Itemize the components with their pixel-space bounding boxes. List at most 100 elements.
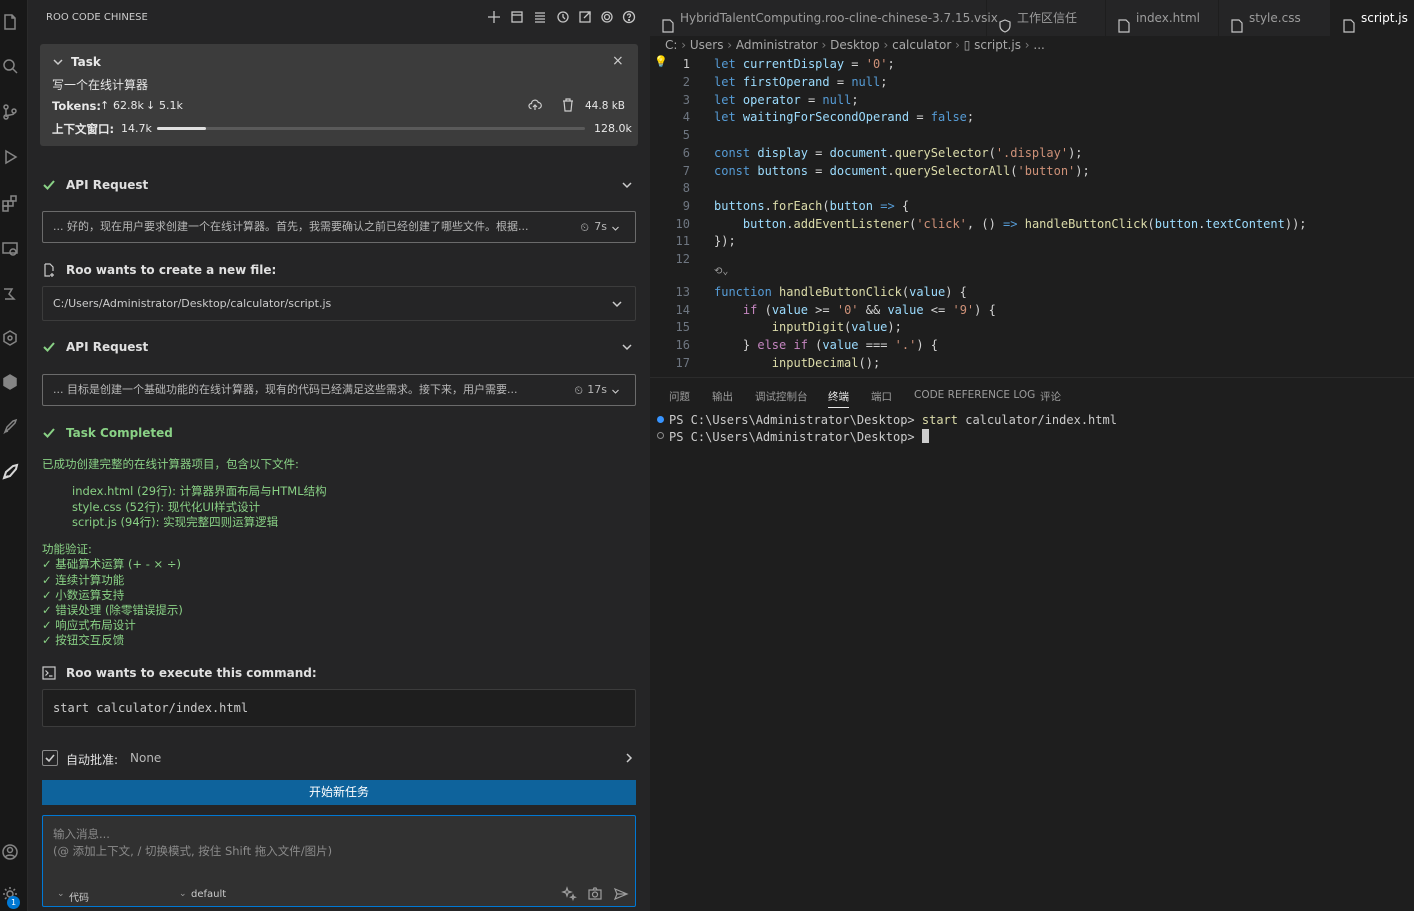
- popout-icon[interactable]: [578, 10, 594, 26]
- create-file-path-box[interactable]: C:/Users/Administrator/Desktop/calculato…: [42, 286, 636, 321]
- auto-approve-checkbox[interactable]: [42, 750, 58, 766]
- new-file-icon: [42, 263, 56, 277]
- enhance-prompt-sparkle-icon[interactable]: [561, 886, 577, 902]
- breadcrumb-item[interactable]: Users: [690, 38, 724, 52]
- tab-workspace-trust[interactable]: 工作区信任: [987, 0, 1106, 36]
- terminal-line[interactable]: PS C:\Users\Administrator\Desktop>: [669, 429, 929, 444]
- line-number: 6: [682, 146, 690, 160]
- line-number: 10: [675, 217, 690, 231]
- tab-index-html[interactable]: index.html: [1106, 0, 1219, 36]
- panel-tab-code-reference-log[interactable]: CODE REFERENCE LOG: [914, 389, 1035, 401]
- profile-chevron-icon[interactable]: ⌄: [179, 889, 187, 899]
- completed-file-3: script.js (94行): 实现完整四则运算逻辑: [72, 515, 279, 529]
- reasoning-time: 7s: [594, 220, 607, 233]
- api-request-2-chevron-icon[interactable]: [621, 341, 633, 353]
- command-box[interactable]: start calculator/index.html: [42, 689, 636, 727]
- start-new-task-button[interactable]: 开始新任务: [42, 780, 636, 805]
- breadcrumb-item[interactable]: Administrator: [736, 38, 818, 52]
- roo-code-icon[interactable]: [0, 458, 28, 486]
- feature-item: ✓ 响应式布局设计: [42, 618, 136, 632]
- line-number: 13: [675, 285, 690, 299]
- api-request-1-reasoning[interactable]: ... 好的，现在用户要求创建一个在线计算器。首先，我需要确认之前已经创建了哪些…: [42, 211, 636, 243]
- api-request-1-chevron-icon[interactable]: [621, 179, 633, 191]
- chat-input[interactable]: 输入消息... (@ 添加上下文, / 切换模式, 按住 Shift 拖入文件/…: [42, 815, 636, 907]
- context-window-label: 上下文窗口:: [52, 122, 115, 136]
- mode-selector[interactable]: 代码: [69, 889, 89, 904]
- rocket-icon[interactable]: [0, 413, 28, 441]
- completed-summary: 已成功创建完整的在线计算器项目，包含以下文件:: [42, 457, 299, 471]
- panel-tab-output[interactable]: 输出: [712, 389, 733, 404]
- activity-bar: 1: [0, 0, 28, 911]
- panel-tab-comments[interactable]: 评论: [1040, 389, 1061, 404]
- breadcrumb-item[interactable]: script.js: [974, 38, 1021, 52]
- reasoning-2-chevron-icon[interactable]: [611, 385, 623, 397]
- task-description: 写一个在线计算器: [52, 78, 149, 92]
- breadcrumb-item[interactable]: Desktop: [830, 38, 880, 52]
- breadcrumb-item[interactable]: ...: [1033, 38, 1044, 52]
- tab-label: script.js: [1361, 11, 1408, 25]
- breadcrumb-item[interactable]: C:: [665, 38, 677, 52]
- remote-explorer-icon[interactable]: [0, 235, 28, 263]
- code-line: buttons.forEach(button => {: [714, 199, 910, 213]
- file-icon: [1343, 11, 1355, 33]
- mode-chevron-icon[interactable]: ⌄: [57, 889, 65, 899]
- tab-label: style.css: [1249, 11, 1301, 25]
- command-text: start calculator/index.html: [53, 701, 249, 715]
- camera-icon[interactable]: [587, 886, 603, 902]
- reasoning-chevron-icon[interactable]: [611, 222, 623, 234]
- code-line: const buttons = document.querySelectorAl…: [714, 164, 1090, 178]
- terminal-prompt: PS C:\Users\Administrator\Desktop>: [669, 413, 922, 427]
- terminal-line: PS C:\Users\Administrator\Desktop> start…: [669, 413, 1117, 427]
- mcp-icon[interactable]: [510, 10, 526, 26]
- panel-tab-terminal[interactable]: 终端: [828, 389, 849, 408]
- breadcrumb-sep: ›: [951, 38, 964, 52]
- testing-icon[interactable]: [0, 280, 28, 308]
- profile-selector[interactable]: default: [191, 889, 226, 900]
- code-editor[interactable]: 💡 1 2 3 4 5 6 7 8 9 10 11 12 13 14 15 16…: [650, 54, 1414, 377]
- panel-tab-problems[interactable]: 问题: [669, 389, 690, 404]
- breadcrumb-item[interactable]: calculator: [892, 38, 951, 52]
- line-number: 8: [682, 181, 690, 195]
- panel-tab-ports[interactable]: 端口: [871, 389, 892, 404]
- create-file-chevron-icon[interactable]: [611, 298, 623, 310]
- terminal-success-dot-icon: [657, 416, 664, 423]
- search-icon[interactable]: [0, 52, 28, 80]
- code-line: button.addEventListener('click', () => h…: [742, 217, 1307, 231]
- line-number: 14: [675, 303, 690, 317]
- api-request-check-icon: [42, 178, 56, 192]
- account-icon[interactable]: [0, 838, 28, 866]
- close-task-icon[interactable]: ×: [612, 53, 624, 69]
- explorer-icon[interactable]: [0, 8, 28, 36]
- auto-approve-chevron-right-icon[interactable]: [623, 752, 635, 764]
- github-icon[interactable]: [0, 368, 28, 396]
- hexagon-icon[interactable]: [0, 324, 28, 352]
- api-request-2-check-icon: [42, 340, 56, 354]
- tab-script-js[interactable]: script.js: [1331, 0, 1414, 36]
- cloud-upload-icon[interactable]: [528, 98, 542, 112]
- extensions-icon[interactable]: [0, 189, 28, 217]
- chat-placeholder-line2: (@ 添加上下文, / 切换模式, 按住 Shift 拖入文件/图片): [53, 844, 333, 858]
- run-debug-icon[interactable]: [0, 143, 28, 171]
- prompts-icon[interactable]: [533, 10, 549, 26]
- history-icon[interactable]: [556, 10, 572, 26]
- context-used: 14.7k: [121, 122, 152, 135]
- create-file-path: C:/Users/Administrator/Desktop/calculato…: [53, 297, 332, 310]
- gear-icon[interactable]: [600, 10, 616, 26]
- source-control-icon[interactable]: [0, 98, 28, 126]
- codelens-icon[interactable]: ⟲⌄: [714, 266, 728, 277]
- help-icon[interactable]: [622, 10, 638, 26]
- settings-gear-icon[interactable]: 1: [0, 880, 28, 909]
- reasoning-text: ... 好的，现在用户要求创建一个在线计算器。首先，我需要确认之前已经创建了哪些…: [53, 220, 529, 233]
- reasoning-2-time: 17s: [587, 383, 607, 396]
- task-collapse-chevron-icon[interactable]: [52, 56, 64, 68]
- api-request-2-reasoning[interactable]: ... 目标是创建一个基础功能的在线计算器，现有的代码已经满足这些需求。接下来，…: [42, 374, 636, 406]
- tab-vsix[interactable]: HybridTalentComputing.roo-cline-chinese-…: [650, 0, 998, 36]
- delete-trash-icon[interactable]: [562, 98, 574, 112]
- panel-tab-debug-console[interactable]: 调试控制台: [755, 389, 808, 404]
- terminal-icon: [42, 666, 56, 680]
- tab-style-css[interactable]: style.css: [1219, 0, 1331, 36]
- settings-badge: 1: [7, 896, 20, 909]
- send-icon[interactable]: [613, 886, 629, 902]
- plus-icon[interactable]: [487, 10, 503, 26]
- timer-icon: ⏲: [580, 221, 589, 234]
